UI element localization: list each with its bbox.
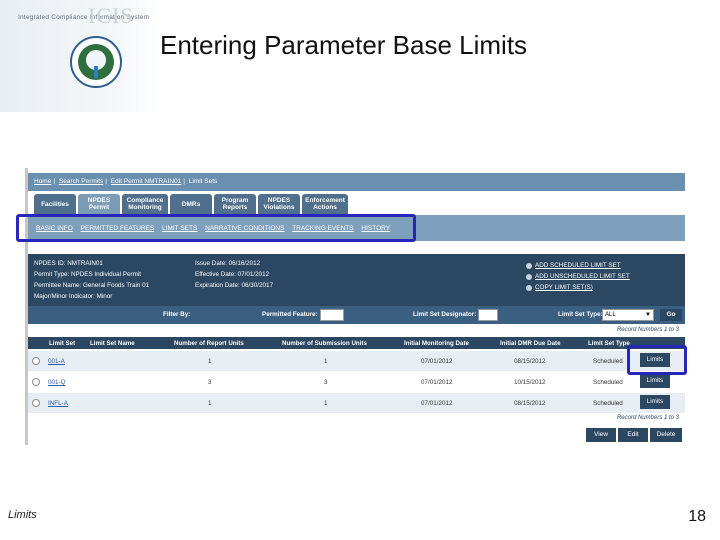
epa-seal-icon <box>70 36 122 88</box>
expiration-date: Expiration Date: 06/30/2017 <box>195 282 274 289</box>
slide-header: Integrated Compliance Information System… <box>0 0 720 112</box>
logo-text: ICIS <box>88 3 134 28</box>
records-label-bottom: Record Numbers 1 to 3 <box>616 415 679 421</box>
submission-units: 1 <box>324 400 328 407</box>
limit-set-type: Scheduled <box>593 358 623 365</box>
tab-enforcement-actions[interactable]: Enforcement Actions <box>302 194 348 214</box>
tab-compliance-monitoring[interactable]: Compliance Monitoring <box>122 194 168 214</box>
highlight-limits-button-box <box>627 345 687 375</box>
col-limit-set-type: Limit Set Type <box>588 340 630 347</box>
go-button[interactable]: Go <box>660 309 682 321</box>
limit-set-link[interactable]: 001-Q <box>48 379 66 386</box>
report-units: 3 <box>208 379 212 386</box>
breadcrumb-edit-permit[interactable]: Edit Permit NMTRAIN01 <box>111 178 181 185</box>
slide-title: Entering Parameter Base Limits <box>160 30 528 60</box>
effective-date: Effective Date: 07/01/2012 <box>195 271 270 278</box>
initial-monitoring-date: 07/01/2012 <box>421 379 453 386</box>
limit-set-type: Scheduled <box>593 400 623 407</box>
limit-set-link[interactable]: INFL-A <box>48 400 68 407</box>
col-limit-set-name: Limit Set Name <box>90 340 135 347</box>
row-select-radio[interactable] <box>32 357 40 365</box>
breadcrumb-home[interactable]: Home <box>34 178 51 185</box>
limit-set-link[interactable]: 001-A <box>48 358 65 365</box>
permitted-feature-label: Permitted Feature: <box>262 311 318 318</box>
limit-set-type-select[interactable]: ALL ▼ <box>602 309 654 321</box>
delete-button[interactable]: Delete <box>650 428 682 442</box>
limit-set-type: Scheduled <box>593 379 623 386</box>
permit-info-panel: NPDES ID: NMTRAIN01 Permit Type: NPDES I… <box>28 254 685 306</box>
filter-bar: Filter By: Permitted Feature: Limit Set … <box>28 306 685 324</box>
bullet-icon <box>526 262 532 269</box>
filter-by-label: Filter By: <box>163 311 191 318</box>
chevron-down-icon: ▼ <box>645 312 651 318</box>
add-unscheduled-limit-set-link[interactable]: ADD UNSCHEDULED LIMIT SET <box>526 271 630 282</box>
col-initial-monitoring-date: Initial Monitoring Date <box>404 340 469 347</box>
report-units: 1 <box>208 358 212 365</box>
limits-button[interactable]: Limits <box>640 395 670 409</box>
initial-dmr-due-date: 08/15/2012 <box>514 400 546 407</box>
tab-program-reports[interactable]: Program Reports <box>214 194 256 214</box>
col-report-units: Number of Report Units <box>174 340 244 347</box>
add-scheduled-limit-set-link[interactable]: ADD SCHEDULED LIMIT SET <box>526 260 630 271</box>
icis-screen: Home | Search Permits | Edit Permit NMTRAI… <box>25 168 685 445</box>
permit-type: Permit Type: NPDES Individual Permit <box>34 271 141 278</box>
page-number: 18 <box>688 508 706 525</box>
col-submission-units: Number of Submission Units <box>282 340 367 347</box>
bullet-icon <box>526 273 532 280</box>
npdes-id: NPDES ID: NMTRAIN01 <box>34 260 103 267</box>
submission-units: 1 <box>324 358 328 365</box>
table-actions: View Edit Delete <box>586 428 682 442</box>
initial-monitoring-date: 07/01/2012 <box>421 358 453 365</box>
records-label-top: Record Numbers 1 to 3 <box>616 327 679 333</box>
limits-button[interactable]: Limits <box>640 374 670 388</box>
initial-dmr-due-date: 08/15/2012 <box>514 358 546 365</box>
highlight-subnav-box <box>16 214 416 242</box>
major-minor-indicator: Major/Minor Indicator: Minor <box>34 293 113 300</box>
limit-set-designator-label: Limit Set Designator: <box>413 311 477 318</box>
breadcrumb-search-permits[interactable]: Search Permits <box>59 178 103 185</box>
permitted-feature-input[interactable] <box>320 309 344 321</box>
footer-label: Limits <box>8 509 37 521</box>
col-initial-dmr-due-date: Initial DMR Due Date <box>500 340 561 347</box>
initial-dmr-due-date: 10/15/2012 <box>514 379 546 386</box>
tab-dmrs[interactable]: DMRs <box>170 194 212 214</box>
bullet-icon <box>526 284 532 291</box>
submission-units: 3 <box>324 379 328 386</box>
table-row: 001-A 1 1 07/01/2012 08/15/2012 Schedule… <box>28 351 685 371</box>
limit-set-designator-input[interactable] <box>478 309 498 321</box>
table-row: 001-Q 3 3 07/01/2012 10/15/2012 Schedule… <box>28 372 685 392</box>
tab-facilities[interactable]: Facilities <box>34 194 76 214</box>
report-units: 1 <box>208 400 212 407</box>
view-button[interactable]: View <box>586 428 616 442</box>
issue-date: Issue Date: 06/16/2012 <box>195 260 261 267</box>
table-row: INFL-A 1 1 07/01/2012 08/15/2012 Schedul… <box>28 393 685 413</box>
edit-button[interactable]: Edit <box>618 428 648 442</box>
limit-sets-table-header: Limit Set Limit Set Name Number of Repor… <box>28 337 685 349</box>
copy-limit-sets-link[interactable]: COPY LIMIT SET(S) <box>526 282 630 293</box>
breadcrumb-current: Limit Sets <box>188 178 218 185</box>
permittee-name: Permittee Name: General Foods Train 01 <box>34 282 150 289</box>
row-select-radio[interactable] <box>32 378 40 386</box>
row-select-radio[interactable] <box>32 399 40 407</box>
tab-npdes-violations[interactable]: NPDES Violations <box>258 194 300 214</box>
tab-npdes-permit[interactable]: NPDES Permit <box>78 194 120 214</box>
initial-monitoring-date: 07/01/2012 <box>421 400 453 407</box>
main-tabs: Facilities NPDES Permit Compliance Monit… <box>28 194 685 214</box>
col-limit-set: Limit Set <box>49 340 76 347</box>
breadcrumb: Home | Search Permits | Edit Permit NMTRAI… <box>28 173 685 191</box>
limit-set-type-label: Limit Set Type: <box>558 311 603 318</box>
